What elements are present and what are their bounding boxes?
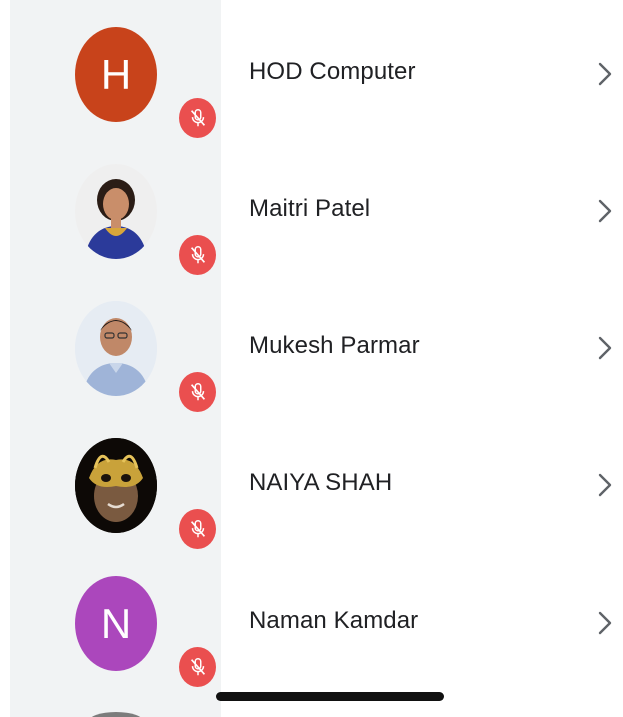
- chevron-right-icon[interactable]: [596, 609, 614, 637]
- mic-off-icon: [179, 509, 216, 549]
- participant-name: HOD Computer: [249, 58, 416, 85]
- participants-screen: H HOD Computer Maitri Patel Mukesh Parma…: [0, 0, 623, 717]
- mic-off-icon: [179, 372, 216, 412]
- participant-list: H HOD Computer Maitri Patel Mukesh Parma…: [0, 0, 623, 717]
- home-indicator[interactable]: [216, 692, 444, 701]
- mic-off-icon: [179, 647, 216, 687]
- chevron-right-icon[interactable]: [596, 60, 614, 88]
- participant-name: Maitri Patel: [249, 195, 371, 222]
- avatar-letter: N: [100, 599, 132, 647]
- participant-row[interactable]: H HOD Computer: [0, 0, 623, 138]
- participant-row[interactable]: Mukesh Parmar: [0, 274, 623, 412]
- participant-row[interactable]: N Naman Kamdar: [0, 549, 623, 687]
- chevron-right-icon[interactable]: [596, 471, 614, 499]
- avatar: N: [75, 576, 157, 671]
- participant-row[interactable]: NAIYA SHAH: [0, 411, 623, 549]
- mic-off-icon: [179, 98, 216, 138]
- participant-name: Mukesh Parmar: [249, 332, 420, 359]
- avatar-letter: H: [100, 50, 132, 98]
- chevron-right-icon[interactable]: [596, 197, 614, 225]
- participant-name: NAIYA SHAH: [249, 469, 393, 496]
- mic-off-icon: [179, 235, 216, 275]
- participant-row[interactable]: Maitri Patel: [0, 137, 623, 275]
- photo-avatar-man: [75, 301, 157, 396]
- chevron-right-icon[interactable]: [596, 334, 614, 362]
- photo-avatar-woman: [75, 164, 157, 259]
- avatar: H: [75, 27, 157, 122]
- photo-avatar-masked: [75, 438, 157, 533]
- participant-name: Naman Kamdar: [249, 607, 419, 634]
